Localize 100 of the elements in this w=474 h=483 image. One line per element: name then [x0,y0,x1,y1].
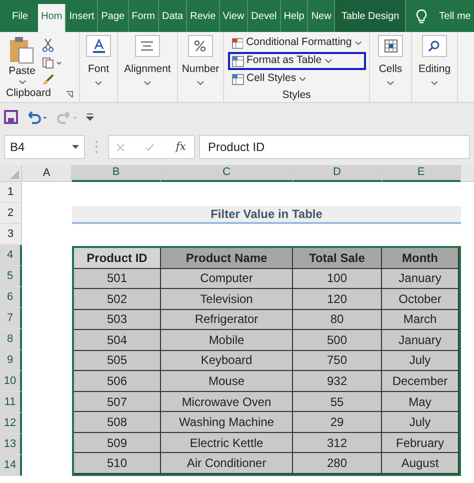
caret-icon [354,41,362,45]
dialog-launcher-icon[interactable] [66,90,73,98]
tell-me-search[interactable]: Tell me [439,8,471,24]
table-cell: Keyboard [161,350,293,372]
name-box[interactable]: B4 [4,135,85,159]
more-icon [95,140,98,154]
table-cell: 80 [293,310,382,330]
caret-icon [196,80,204,85]
styles-menu-label: Format as Table [246,53,322,68]
undo-icon[interactable] [26,110,48,124]
save-icon[interactable] [4,110,18,124]
column-header[interactable]: D [293,165,382,182]
table-cell: Computer [161,268,293,290]
font-color-icon [92,39,106,53]
styles-menu-button[interactable]: Conditional Formatting [228,34,366,52]
editing-button[interactable]: Editing [418,35,451,87]
copy-icon[interactable] [42,57,62,69]
row-header[interactable]: 1 [0,182,22,203]
table-cell: Electric Kettle [161,432,293,454]
row-header[interactable]: 2 [0,203,22,224]
row-header[interactable]: 5 [0,266,22,287]
number-button[interactable]: Number [182,35,220,87]
group-button-label: Alignment [124,62,171,77]
format-painter-icon[interactable] [42,74,54,86]
table-header-cell[interactable]: Total Sale [293,248,382,269]
group-button-label: Number [182,62,220,77]
group-label: Clipboard [6,86,51,102]
style-icon [232,38,244,48]
font-button[interactable]: Font [86,35,111,87]
row-header[interactable]: 3 [0,224,22,245]
table-cell: 500 [293,330,382,351]
row-header[interactable]: 8 [0,329,22,350]
alignment-button[interactable]: Alignment [124,35,171,87]
cells-button[interactable]: Cells [378,35,403,87]
column-header[interactable]: E [382,165,461,182]
table-cell: October [382,289,459,310]
row-header[interactable]: 14 [0,455,22,476]
table-cell: Refrigerator [161,310,293,330]
paste-button[interactable]: Paste [6,36,38,86]
table-cell: 312 [293,432,382,454]
search-icon [428,40,440,52]
table-cell: Mouse [161,371,293,392]
styles-menu-button[interactable]: Format as Table [228,52,366,70]
row-header[interactable]: 6 [0,287,22,308]
table-cell: July [382,412,459,433]
table-cell: 505 [74,350,161,372]
clipboard-icon [9,36,35,64]
ribbon-tab[interactable]: Table Design [335,0,406,32]
name-box-text: B4 [10,139,25,156]
row-header[interactable]: 12 [0,413,22,434]
column-header[interactable]: C [161,165,293,182]
table-cell: Air Conditioner [161,453,293,474]
insert-function-button[interactable]: fx [176,138,186,156]
table-cell: 100 [293,268,382,290]
column-header[interactable]: A [22,165,72,182]
row-header[interactable]: 7 [0,308,22,329]
ribbon-tab[interactable]: Hom [38,4,66,32]
table-cell: January [382,268,459,290]
table-cell: 120 [293,289,382,310]
table-cell: 501 [74,268,161,290]
row-header[interactable]: 13 [0,434,22,455]
row-header[interactable]: 4 [0,245,22,266]
caret-icon [387,80,394,85]
caret-icon [299,77,306,81]
table-cell: 55 [293,392,382,412]
lightbulb-icon[interactable] [416,8,428,24]
row-header[interactable]: 11 [0,392,22,413]
table-cell: 510 [74,453,161,474]
table-cell: January [382,330,459,351]
column-header[interactable]: B [72,165,161,182]
ribbon-tab[interactable]: File [4,0,36,32]
table-cell: 508 [74,412,161,433]
check-icon[interactable] [146,142,154,152]
table-header-cell[interactable]: Product Name [161,248,293,269]
styles-menu-label: Cell Styles [246,71,296,86]
customize-icon[interactable] [86,112,94,122]
style-icon [232,56,244,66]
align-icon [140,41,154,51]
table-cell: December [382,371,459,392]
table-cell: 932 [293,371,382,392]
styles-menu-button[interactable]: Cell Styles [228,70,366,88]
table-cell: May [382,392,459,412]
cut-icon[interactable] [42,38,54,52]
dropdown-icon [72,144,79,150]
group-button-label: Editing [418,62,451,77]
caret-icon [95,80,102,85]
table-cell: March [382,310,459,330]
table-cell: 504 [74,330,161,351]
table-cell: Microwave Oven [161,392,293,412]
caret-icon [324,59,332,63]
sheet-title: Filter Value in Table [72,206,461,224]
group-button-label: Cells [378,62,402,77]
row-header[interactable]: 9 [0,350,22,371]
style-icon [232,74,244,84]
table-header-cell[interactable]: Product ID [74,248,161,269]
table-header-cell[interactable]: Month [382,248,459,269]
table-cell: 502 [74,289,161,310]
group-label: Styles [282,88,311,103]
row-header[interactable]: 10 [0,371,22,392]
formula-field[interactable]: Product ID [199,135,470,159]
